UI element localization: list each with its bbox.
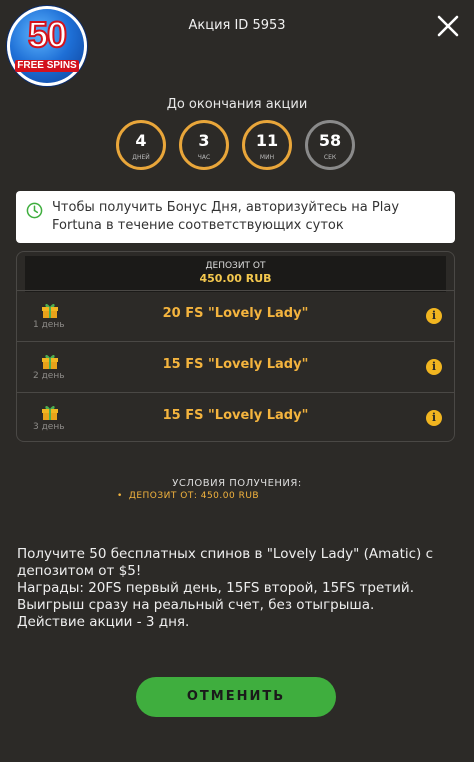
table-row: 2 день 15 FS "Lovely Lady" i xyxy=(17,341,454,392)
timer-seconds: 58 СЕК xyxy=(305,120,355,170)
timer-days: 4 ДНЕЙ xyxy=(116,120,166,170)
condition-text: ДЕПОЗИТ ОТ: 450.00 RUB xyxy=(128,491,260,501)
conditions-title: УСЛОВИЯ ПОЛУЧЕНИЯ: xyxy=(172,478,302,489)
timer-hours-unit: ЧАС xyxy=(197,154,211,161)
day-label: 3 день xyxy=(33,422,65,432)
day-label: 1 день xyxy=(33,320,65,330)
info-icon[interactable]: i xyxy=(426,308,442,324)
prize-label: 15 FS "Lovely Lady" xyxy=(162,408,309,423)
prize-label: 15 FS "Lovely Lady" xyxy=(162,357,309,372)
timer-seconds-unit: СЕК xyxy=(323,154,337,161)
day-label: 2 день xyxy=(33,371,65,381)
deposit-header-label: ДЕПОЗИТ ОТ xyxy=(205,261,266,271)
cancel-button[interactable]: ОТМЕНИТЬ xyxy=(136,677,336,717)
timer-hours: 3 ЧАС xyxy=(179,120,229,170)
promo-description: Получите 50 бесплатных спинов в "Lovely … xyxy=(17,546,434,630)
table-row: 3 день 15 FS "Lovely Lady" i xyxy=(17,392,454,441)
login-notice: Чтобы получить Бонус Дня, авторизуйтесь … xyxy=(16,191,455,243)
timer-days-value: 4 xyxy=(135,131,147,150)
condition-item: • ДЕПОЗИТ ОТ: 450.00 RUB xyxy=(117,491,259,501)
login-notice-text: Чтобы получить Бонус Дня, авторизуйтесь … xyxy=(52,200,400,233)
logo-text: FREE SPINS xyxy=(15,60,79,72)
timer-minutes: 11 МИН xyxy=(242,120,292,170)
close-icon[interactable] xyxy=(436,14,460,38)
countdown-timer: 4 ДНЕЙ 3 ЧАС 11 МИН 58 СЕК xyxy=(116,120,355,170)
deposit-header: ДЕПОЗИТ ОТ 450.00 RUB xyxy=(25,256,446,292)
promo-title: Акция ID 5953 xyxy=(188,18,286,33)
table-row: 1 день 20 FS "Lovely Lady" i xyxy=(17,290,454,341)
timer-hours-value: 3 xyxy=(198,131,210,150)
info-icon[interactable]: i xyxy=(426,359,442,375)
prize-label: 20 FS "Lovely Lady" xyxy=(162,306,309,321)
bonus-days-table: ДЕПОЗИТ ОТ 450.00 RUB 1 день 20 FS "Love… xyxy=(16,251,455,442)
countdown-label: До окончания акции xyxy=(166,97,308,112)
deposit-header-value: 450.00 RUB xyxy=(199,272,272,285)
bullet-icon: • xyxy=(117,491,123,501)
timer-days-unit: ДНЕЙ xyxy=(132,154,150,161)
timer-minutes-value: 11 xyxy=(255,131,279,150)
timer-minutes-unit: МИН xyxy=(259,154,275,161)
clock-icon xyxy=(26,202,43,219)
timer-seconds-value: 58 xyxy=(318,131,342,150)
info-icon[interactable]: i xyxy=(426,410,442,426)
